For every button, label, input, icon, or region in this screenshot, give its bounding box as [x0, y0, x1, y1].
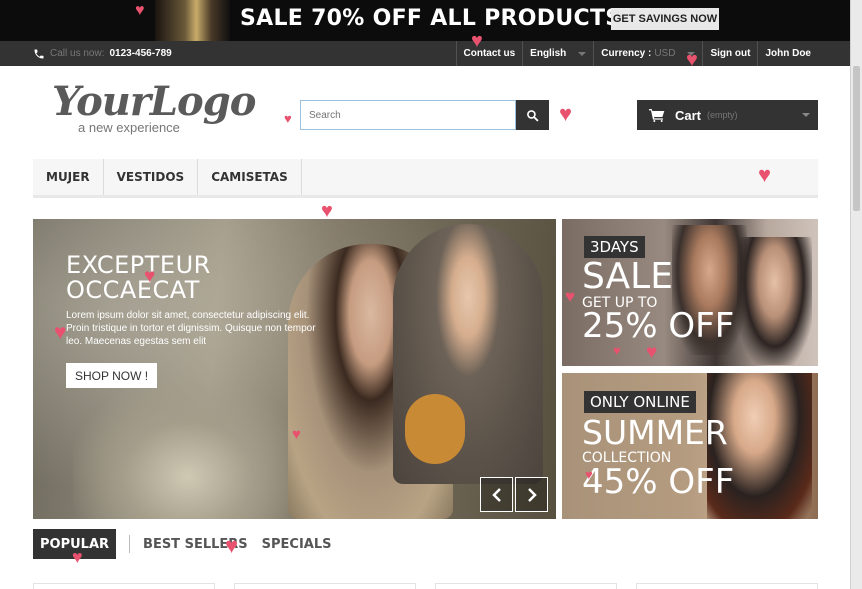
- language-value: English: [530, 48, 567, 59]
- slide-description: Lorem ipsum dolor sit amet, consectetur …: [66, 310, 316, 347]
- product-card[interactable]: [636, 583, 818, 589]
- chevron-left-icon: [491, 487, 501, 502]
- cart-icon: [649, 109, 665, 122]
- shop-now-button[interactable]: SHOP NOW !: [66, 363, 157, 388]
- banner-discount: 45% OFF: [582, 462, 735, 502]
- heart-icon: ♥: [135, 2, 145, 19]
- call-label: Call us now:: [50, 48, 105, 59]
- page: SALE 70% OFF ALL PRODUCTS GET SAVINGS NO…: [0, 0, 862, 589]
- banner-model-image: [737, 237, 812, 365]
- sign-out-link[interactable]: Sign out: [702, 41, 757, 66]
- search-input[interactable]: [300, 100, 516, 130]
- phone-number: 0123-456-789: [109, 48, 172, 59]
- cart-label: Cart: [675, 107, 702, 123]
- slide-mitten-image: [405, 394, 465, 464]
- call-us: Call us now: 0123-456-789: [33, 41, 172, 66]
- heart-icon: ♥: [646, 342, 658, 363]
- banner-tag: 3DAYS: [584, 236, 645, 258]
- heart-icon: ♥: [72, 547, 83, 567]
- chevron-right-icon: [527, 487, 537, 502]
- heart-icon: ♥: [565, 287, 576, 306]
- menu-item-camisetas[interactable]: CAMISETAS: [198, 159, 302, 195]
- tab-divider: [129, 535, 131, 553]
- vertical-scrollbar[interactable]: [850, 0, 862, 589]
- promo-banner-sale[interactable]: 3DAYS SALE GET UP TO 25% OFF: [562, 219, 818, 366]
- banner-tag: ONLY ONLINE: [584, 391, 696, 413]
- logo-tagline: a new experience: [78, 120, 180, 135]
- banner-title: SUMMER: [582, 413, 728, 452]
- user-account-link[interactable]: John Doe: [757, 41, 818, 66]
- heart-icon: ♥: [613, 343, 621, 358]
- chevron-down-icon: [802, 113, 810, 117]
- heart-icon: ♥: [471, 30, 483, 52]
- contact-link[interactable]: Contact us: [455, 41, 523, 66]
- slider-next-button[interactable]: [515, 477, 548, 512]
- slide-foliage-image: [73, 379, 303, 519]
- product-card[interactable]: [33, 583, 215, 589]
- promo-banner[interactable]: SALE 70% OFF ALL PRODUCTS GET SAVINGS NO…: [0, 0, 850, 41]
- currency-label: Currency :: [601, 48, 652, 59]
- heart-icon: ♥: [758, 162, 772, 187]
- promo-text: SALE 70% OFF ALL PRODUCTS: [240, 6, 622, 31]
- slider-controls: [480, 477, 548, 512]
- heart-icon: ♥: [225, 533, 239, 558]
- heart-icon: ♥: [686, 49, 698, 71]
- slider-prev-button[interactable]: [480, 477, 513, 512]
- promo-banner-summer[interactable]: ONLY ONLINE SUMMER COLLECTION 45% OFF: [562, 373, 818, 519]
- slide-title: EXCEPTEUR OCCAECAT: [66, 253, 211, 303]
- phone-icon: [34, 49, 44, 58]
- home-slider[interactable]: EXCEPTEUR OCCAECAT Lorem ipsum dolor sit…: [33, 219, 556, 519]
- language-selector[interactable]: English: [522, 41, 593, 66]
- top-nav: Call us now: 0123-456-789 Contact us Eng…: [0, 41, 850, 66]
- heart-icon: ♥: [54, 321, 67, 344]
- logo-text: YourLogo: [52, 78, 256, 125]
- get-savings-button[interactable]: GET SAVINGS NOW: [611, 8, 719, 30]
- product-list: [33, 583, 818, 589]
- slide-title-line: OCCAECAT: [66, 276, 200, 304]
- search-button[interactable]: [516, 100, 549, 130]
- heart-icon: ♥: [284, 111, 292, 126]
- menu-item-vestidos[interactable]: VESTIDOS: [104, 159, 199, 195]
- promo-model-image: [155, 0, 230, 41]
- heart-icon: ♥: [321, 200, 333, 222]
- chevron-down-icon: [578, 51, 587, 56]
- banner-discount: 25% OFF: [582, 306, 735, 346]
- category-menu: MUJER VESTIDOS CAMISETAS: [33, 159, 818, 198]
- menu-item-mujer[interactable]: MUJER: [33, 159, 104, 195]
- product-card[interactable]: [234, 583, 416, 589]
- tab-specials[interactable]: SPECIALS: [255, 529, 339, 559]
- product-card[interactable]: [435, 583, 617, 589]
- cart-status: (empty): [707, 110, 738, 120]
- scrollbar-thumb[interactable]: [853, 66, 860, 211]
- heart-icon: ♥: [559, 101, 573, 126]
- currency-value: USD: [654, 48, 676, 59]
- heart-icon: ♥: [585, 467, 593, 482]
- search-icon: [527, 109, 539, 121]
- cart-button[interactable]: Cart (empty): [637, 100, 818, 130]
- slide-title-line: EXCEPTEUR: [66, 251, 211, 279]
- heart-icon: ♥: [292, 426, 301, 443]
- search-bar: [300, 100, 549, 130]
- logo[interactable]: YourLogo a new experience: [52, 78, 256, 137]
- banner-title: SALE: [582, 256, 673, 297]
- heart-icon: ♥: [144, 266, 156, 287]
